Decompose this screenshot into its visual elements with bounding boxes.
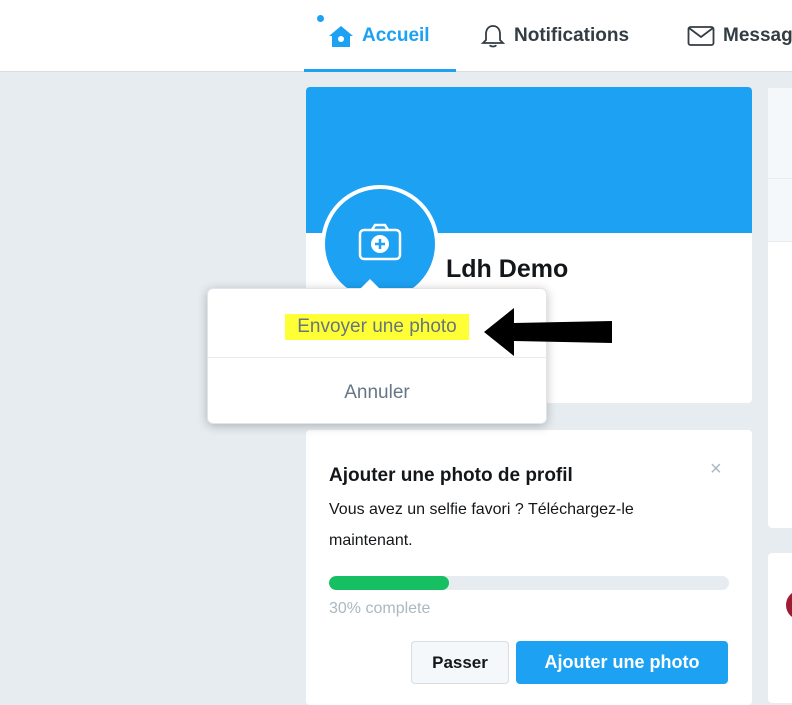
progress-label: 30% complete [329, 600, 431, 617]
camera-add-icon [357, 222, 403, 267]
menu-item-cancel[interactable]: Annuler [208, 363, 546, 423]
avatar[interactable] [786, 590, 792, 620]
tab-notifications[interactable]: Notifications [480, 0, 629, 71]
progress-fill [329, 576, 449, 590]
top-navigation: Accueil Notifications Messag [0, 0, 792, 72]
menu-item-upload-label: Envoyer une photo [285, 314, 469, 340]
right-card-header [768, 88, 792, 179]
progress-bar [329, 576, 729, 590]
right-column-card [768, 88, 792, 528]
add-photo-button[interactable]: Ajouter une photo [516, 641, 728, 684]
profile-avatar-upload[interactable] [321, 185, 439, 303]
tab-home-label: Accueil [362, 24, 430, 46]
tab-notifications-label: Notifications [514, 24, 630, 46]
card-title: Ajouter une photo de profil [329, 465, 573, 486]
profile-name[interactable]: Ldh Demo [446, 255, 568, 284]
menu-item-cancel-label: Annuler [344, 382, 410, 403]
skip-button[interactable]: Passer [411, 641, 509, 684]
close-icon[interactable]: × [710, 458, 722, 481]
tab-messages-label: Messag [723, 24, 792, 46]
arrow-left-icon [482, 306, 614, 358]
new-content-dot [317, 15, 324, 22]
tab-messages[interactable]: Messag [687, 0, 792, 71]
menu-caret [360, 279, 380, 289]
card-description: Vous avez un selfie favori ? Téléchargez… [329, 501, 634, 549]
active-tab-indicator [304, 69, 456, 72]
home-icon [328, 24, 354, 48]
right-column-card-bottom [768, 553, 792, 703]
envelope-icon [687, 25, 715, 47]
add-profile-photo-card: Ajouter une photo de profil × Vous avez … [306, 430, 752, 705]
bell-icon [480, 23, 506, 49]
tab-home[interactable]: Accueil [304, 0, 456, 72]
right-card-row [768, 179, 792, 242]
